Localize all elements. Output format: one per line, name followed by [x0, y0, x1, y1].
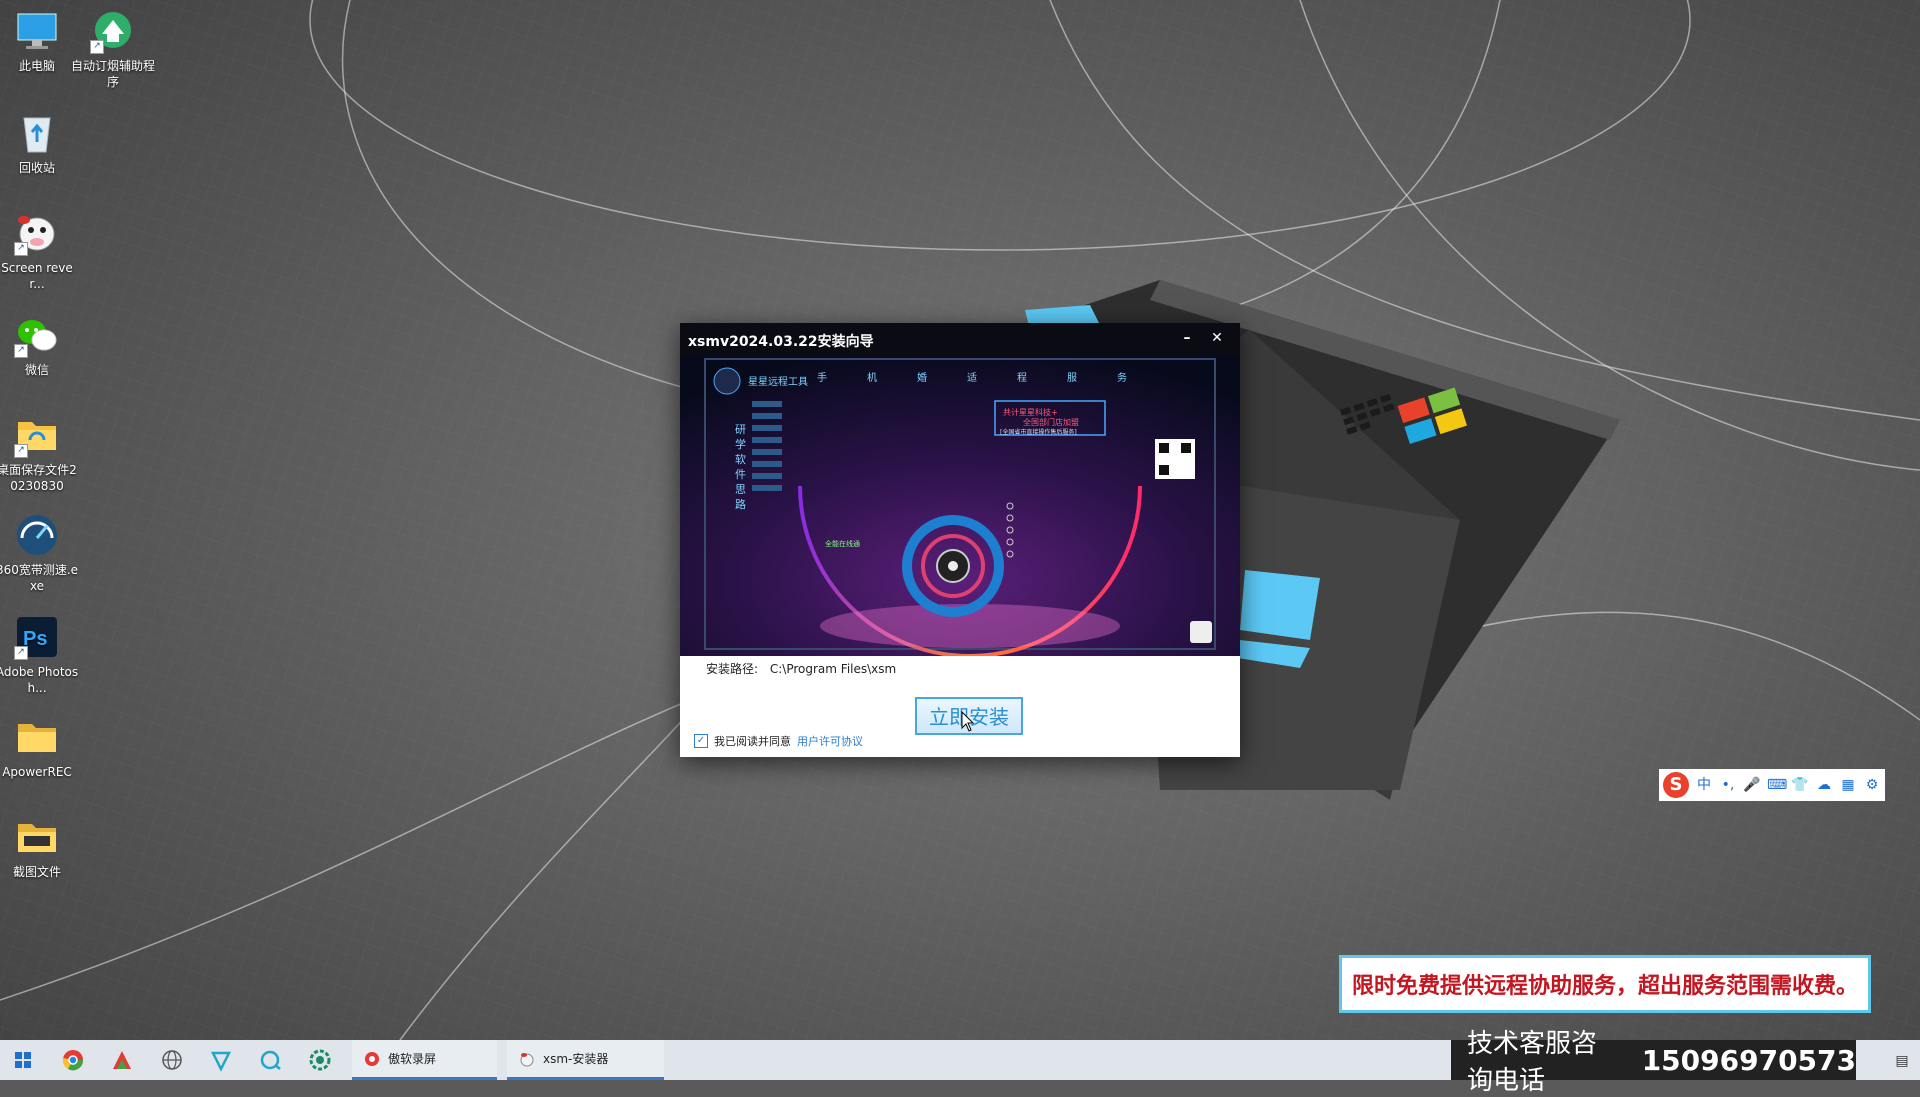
desktop-icon-screenshot-folder[interactable]: 截图文件 — [0, 814, 80, 880]
desktop-icon-speedtest[interactable]: 360宽带测速.exe — [0, 512, 80, 594]
banner-side-char: 件 — [735, 468, 746, 481]
banner-side-char: 研 — [735, 423, 746, 436]
settings-gear-icon[interactable]: ⚙ — [1863, 776, 1881, 794]
installer-banner-image: 共计星星科技+ 全国部门店加盟 [全国省市直接操作售后服务] 星星远程工具 手 … — [680, 356, 1240, 656]
taskbar-app-label: xsm-安装器 — [543, 1052, 609, 1066]
installer-icon — [520, 1052, 534, 1066]
app-shortcut-icon: ↗ — [90, 8, 136, 54]
shortcut-arrow-icon: ↗ — [14, 344, 28, 358]
banner-app-name: 星星远程工具 — [748, 376, 808, 388]
window-title: xsmv2024.03.22安装向导 — [688, 334, 874, 350]
shortcut-arrow-icon: ↗ — [14, 646, 28, 660]
desktop-icon-folder-save[interactable]: ↗ 桌面保存文件20230830 — [0, 412, 80, 494]
speedtest-icon — [14, 512, 60, 558]
toolbox-icon[interactable]: ▦ — [1839, 776, 1857, 794]
computer-icon — [14, 8, 60, 54]
banner-top-char: 手 — [817, 371, 827, 384]
shortcut-arrow-icon: ↗ — [14, 444, 28, 458]
taskbar: 傲软录屏 xsm-安装器 技术客服咨询电话 15096970573 ▤ — [0, 1029, 1920, 1096]
desktop-icon-screen-recorder[interactable]: ↗ Screen rever... — [0, 210, 80, 292]
desktop-icon-recycle-bin[interactable]: 回收站 — [0, 110, 80, 176]
desktop-icon-label: 360宽带测速.exe — [0, 563, 79, 593]
desktop-icon-label: 此电脑 — [18, 59, 55, 73]
punctuation-icon[interactable]: •, — [1719, 776, 1737, 794]
install-path-value[interactable]: C:\Program Files\xsm — [770, 662, 896, 676]
banner-badge-line2: 全国部门店加盟 — [1023, 417, 1079, 427]
chinese-mode-icon[interactable]: 中 — [1695, 776, 1713, 794]
desktop-icon-label: ApowerREC — [2, 765, 72, 779]
desktop-icon-label: Adobe Photosh... — [0, 665, 79, 695]
close-button[interactable]: ✕ — [1206, 327, 1228, 349]
banner-top-char: 务 — [1117, 371, 1127, 384]
mouse-cursor-icon — [961, 711, 975, 732]
sogou-logo-icon[interactable]: S — [1663, 772, 1689, 798]
shield-app-icon[interactable] — [206, 1045, 236, 1075]
folder-icon — [14, 814, 60, 860]
cloud-icon[interactable]: ☁ — [1815, 776, 1833, 794]
banner-top-char: 服 — [1067, 372, 1077, 384]
desktop-icon-label: 回收站 — [18, 161, 55, 175]
hotline-number: 15096970573 — [1641, 1043, 1856, 1077]
desktop-icon-photoshop[interactable]: Ps ↗ Adobe Photosh... — [0, 614, 80, 696]
chat-app-icon[interactable] — [255, 1045, 285, 1075]
windows-start-icon[interactable] — [8, 1045, 38, 1075]
banner-side-char: 学 — [735, 437, 746, 451]
shortcut-arrow-icon: ↗ — [14, 242, 28, 256]
taskbar-app-label: 傲软录屏 — [388, 1052, 437, 1066]
banner-top-char: 程 — [1017, 372, 1027, 384]
agree-text: 我已阅读并同意 — [714, 735, 791, 748]
recycle-bin-icon — [14, 110, 60, 156]
install-path-row: 安装路径: C:\Program Files\xsm — [706, 660, 904, 677]
desktop-icon-label: Screen rever... — [1, 261, 73, 291]
colorful-app-icon[interactable] — [107, 1045, 137, 1075]
desktop-icon-label: 微信 — [24, 363, 49, 377]
browser-globe-icon[interactable] — [157, 1045, 187, 1075]
promo-text: 限时免费提供远程协助服务，超出服务范围需收费。 — [1351, 974, 1858, 999]
shortcut-arrow-icon: ↗ — [90, 40, 104, 54]
chrome-icon[interactable] — [58, 1045, 88, 1075]
folder-icon: ↗ — [14, 412, 60, 458]
banner-side-char: 路 — [735, 498, 746, 511]
banner-side-char: 软 — [735, 452, 746, 466]
hotline-banner: 技术客服咨询电话 15096970573 — [1451, 1029, 1856, 1096]
desktop-icon-label: 截图文件 — [12, 865, 61, 879]
recorder-icon — [365, 1051, 379, 1066]
banner-top-char: 适 — [967, 372, 977, 384]
banner-center-label: 全能在线通 — [825, 539, 860, 548]
desktop-icon-wechat[interactable]: ↗ 微信 — [0, 312, 80, 378]
banner-badge-line3: [全国省市直接操作售后服务] — [1000, 428, 1077, 436]
installer-window: xsmv2024.03.22安装向导 – ✕ 共计星星科技+ 全国部门店加盟 [… — [680, 323, 1240, 757]
screen-recorder-icon: ↗ — [14, 210, 60, 256]
license-agreement-link[interactable]: 用户许可协议 — [797, 733, 863, 749]
settings-app-icon[interactable] — [305, 1045, 335, 1075]
taskbar-app-installer[interactable]: xsm-安装器 — [507, 1040, 664, 1080]
photoshop-icon: Ps ↗ — [14, 614, 60, 660]
skin-icon[interactable]: 👕 — [1791, 776, 1809, 794]
ime-toolbar: S 中 •, 🎤 ⌨ 👕 ☁ ▦ ⚙ — [1659, 769, 1885, 801]
microphone-icon[interactable]: 🎤 — [1743, 776, 1761, 794]
desktop-icon-apowerrec[interactable]: ApowerREC — [0, 714, 80, 780]
taskbar-app-recorder[interactable]: 傲软录屏 — [352, 1040, 497, 1080]
promo-banner: 限时免费提供远程协助服务，超出服务范围需收费。 — [1339, 955, 1871, 1013]
banner-top-char: 机 — [867, 371, 877, 384]
wechat-icon: ↗ — [14, 312, 60, 358]
agree-checkbox[interactable]: ✓ — [694, 734, 708, 748]
agreement-row: ✓ 我已阅读并同意 用户许可协议 — [694, 733, 863, 749]
install-path-label: 安装路径: — [706, 662, 759, 676]
folder-icon — [14, 714, 60, 760]
keyboard-icon[interactable]: ⌨ — [1767, 776, 1787, 794]
minimize-button[interactable]: – — [1176, 327, 1198, 349]
desktop-icon-computer[interactable]: 此电脑 — [0, 8, 80, 74]
window-titlebar[interactable]: xsmv2024.03.22安装向导 – ✕ — [680, 323, 1240, 356]
desktop-icon-app-shortcut[interactable]: ↗ 自动订烟辅助程序 — [70, 8, 156, 90]
banner-badge-line1: 共计星星科技+ — [1003, 407, 1058, 417]
desktop-icon-label: 自动订烟辅助程序 — [70, 59, 155, 89]
hotline-label: 技术客服咨询电话 — [1467, 1029, 1598, 1096]
notification-icon[interactable]: ▤ — [1892, 1050, 1912, 1070]
banner-top-char: 婚 — [917, 371, 927, 384]
banner-side-char: 思 — [735, 483, 746, 496]
desktop-icon-label: 桌面保存文件20230830 — [0, 463, 77, 493]
